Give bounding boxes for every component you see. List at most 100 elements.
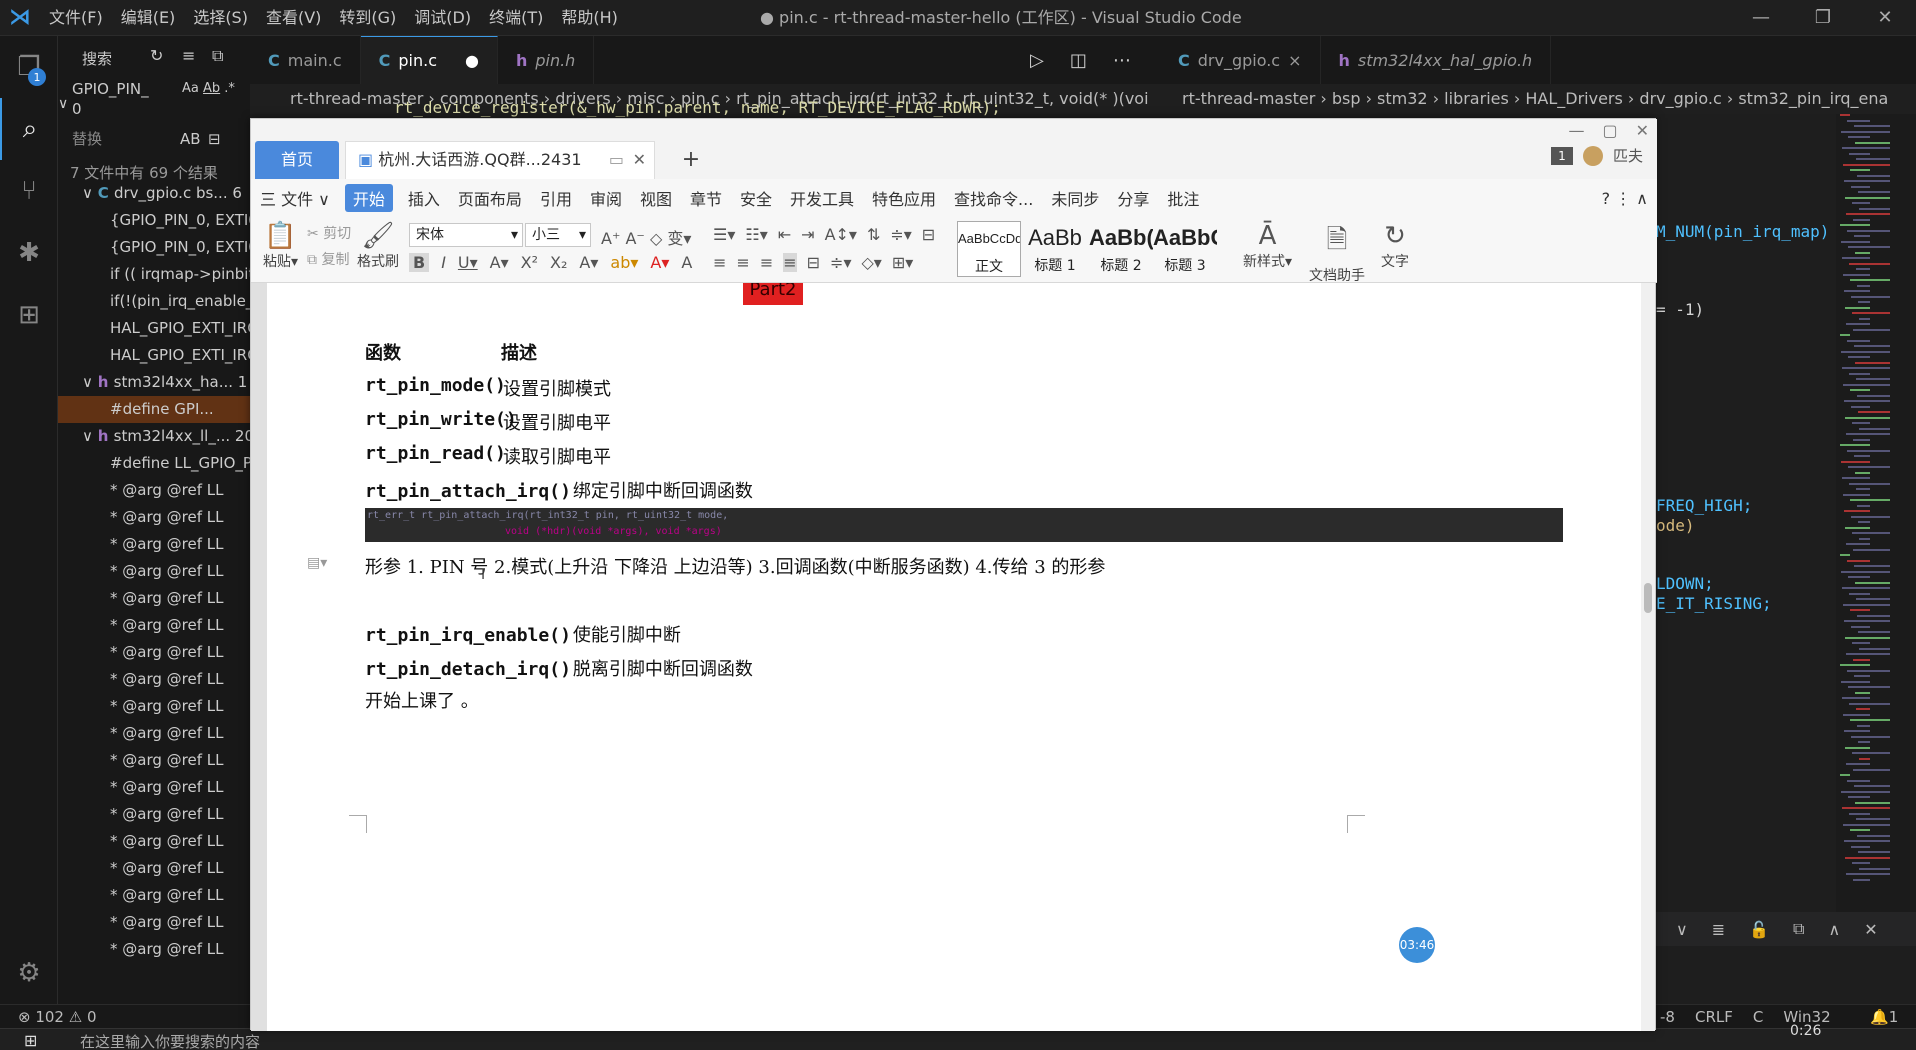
result-match[interactable]: * @arg @ref LL <box>58 585 250 612</box>
font-color-button[interactable]: A▾ <box>650 253 669 272</box>
document-tab[interactable]: ▣ 杭州.大话西游.QQ群...2431 ▭ ✕ <box>345 141 655 179</box>
status-item[interactable]: C <box>1753 1005 1763 1029</box>
numbering-icon[interactable]: ☷▾ <box>745 225 767 244</box>
explorer-icon[interactable]: ❐ 1 <box>0 36 58 98</box>
close-tab-icon[interactable]: × <box>1288 51 1301 70</box>
editor-tab[interactable]: Cmain.c <box>250 36 361 84</box>
align-center-icon[interactable]: ≡ <box>736 253 749 272</box>
paste-button[interactable]: 📋 粘贴▾ <box>263 221 298 271</box>
result-file[interactable]: ∨ C drv_gpio.c bs... 6 <box>58 180 250 207</box>
result-match[interactable]: * @arg @ref LL <box>58 504 250 531</box>
result-match[interactable]: {GPIO_PIN_0, EXTI0_ <box>58 234 250 261</box>
wps-menu-item[interactable]: 审阅 <box>581 186 631 210</box>
font-size-select[interactable]: 小三 ▾ <box>525 223 591 247</box>
align-right-icon[interactable]: ≡ <box>760 253 773 272</box>
bullets-icon[interactable]: ☰▾ <box>713 225 735 244</box>
new-style-button[interactable]: Ā 新样式▾ <box>1243 221 1292 271</box>
wps-menu-item[interactable]: 页面布局 <box>449 186 531 210</box>
result-match[interactable]: * @arg @ref LL <box>58 828 250 855</box>
taskbar-search[interactable]: 在这里输入你要搜索的内容 <box>80 1031 260 1050</box>
distribute-icon[interactable]: ⊟ <box>807 253 820 272</box>
style-preset[interactable]: AaBbCcDd 正文 <box>957 221 1021 277</box>
wps-menu-item[interactable]: 安全 <box>731 186 781 210</box>
text-direction-icon[interactable]: A↕▾ <box>825 225 857 244</box>
wps-menu-item[interactable]: 引用 <box>531 186 581 210</box>
wps-minimize-icon[interactable]: — <box>1568 119 1584 143</box>
wps-menu-item[interactable]: 视图 <box>631 186 681 210</box>
document-page[interactable]: Part2 函数 描述 rt_pin_mode() 设置引脚模式 rt_pin_wri… <box>267 283 1641 1031</box>
result-match[interactable]: * @arg @ref LL <box>58 936 250 963</box>
result-match[interactable]: * @arg @ref LL <box>58 747 250 774</box>
result-match[interactable]: * @arg @ref LL <box>58 558 250 585</box>
result-match[interactable]: * @arg @ref LL <box>58 666 250 693</box>
menu-item[interactable]: 选择(S) <box>184 0 257 36</box>
chevron-down-icon[interactable]: ∨ <box>82 373 98 391</box>
cut-button[interactable]: ✂ 剪切 <box>307 223 351 243</box>
minimize-icon[interactable]: — <box>1730 0 1792 36</box>
menu-item[interactable]: 转到(G) <box>330 0 405 36</box>
wps-menu-item[interactable]: 插入 <box>399 186 449 210</box>
copy-icon[interactable]: ⧉ <box>1793 919 1804 939</box>
close-panel-icon[interactable]: ✕ <box>1864 920 1877 939</box>
result-match[interactable]: * @arg @ref LL <box>58 882 250 909</box>
source-control-icon[interactable]: ⑂ <box>0 160 58 222</box>
chevron-up-icon[interactable]: ∧ <box>1828 920 1840 939</box>
wps-menu-item[interactable]: 未同步 <box>1042 186 1108 210</box>
text-effect-button[interactable]: A▾ <box>579 253 598 272</box>
menu-item[interactable]: 帮助(H) <box>552 0 627 36</box>
wps-menu-item[interactable]: 分享 <box>1108 186 1158 210</box>
wps-menu-item[interactable]: 开始 <box>344 184 393 212</box>
spacing-icon[interactable]: ≑▾ <box>830 253 851 272</box>
result-match[interactable]: if (( irqmap->pinbit <box>58 261 250 288</box>
paragraph-tools-2[interactable]: ≡ ≡ ≡ ≡ ⊟ ≑▾ ◇▾ ⊞▾ <box>713 253 913 272</box>
style-preset[interactable]: AaBb(标题 2 <box>1089 221 1153 277</box>
avatar[interactable] <box>1582 145 1603 166</box>
help-icon[interactable]: ? ⋮ ∧ <box>1593 189 1657 208</box>
result-match[interactable]: * @arg @ref LL <box>58 639 250 666</box>
settings-gear-icon[interactable]: ⚙ <box>0 942 58 1004</box>
editor-tab[interactable]: Cdrv_gpio.c × <box>1160 36 1321 84</box>
lock-icon[interactable]: 🔓 <box>1749 920 1769 939</box>
strikethrough-button[interactable]: A▾ <box>490 253 509 272</box>
highlight-button[interactable]: ab▾ <box>610 253 638 272</box>
italic-button[interactable]: I <box>441 253 446 272</box>
menu-item[interactable]: 终端(T) <box>480 0 552 36</box>
paragraph-tools-1[interactable]: ☰▾ ☷▾ ⇤ ⇥ A↕▾ ⇅ ≑▾ ⊟ <box>713 225 935 244</box>
menu-item[interactable]: 调试(D) <box>405 0 480 36</box>
result-match[interactable]: HAL_GPIO_EXTI_IRQ <box>58 342 250 369</box>
bold-button[interactable]: B <box>409 253 430 272</box>
pin-tab-icon[interactable]: ▭ <box>609 142 624 178</box>
status-item[interactable]: -8 <box>1660 1005 1675 1029</box>
editor-tab[interactable]: h stm32l4xx_hal_gpio.h <box>1321 36 1552 84</box>
result-match[interactable]: * @arg @ref LL <box>58 612 250 639</box>
document-scrollbar[interactable] <box>1641 283 1655 1031</box>
document-area[interactable]: Part2 函数 描述 rt_pin_mode() 设置引脚模式 rt_pin_wri… <box>251 283 1641 1031</box>
line-spacing-icon[interactable]: ≑▾ <box>890 225 911 244</box>
wps-restore-icon[interactable]: ▢ <box>1602 119 1617 143</box>
replace-input[interactable]: 替换 AB ⊟ <box>72 126 248 152</box>
font-size-tools[interactable]: A⁺ A⁻ ◇ 变▾ <box>601 225 691 249</box>
wps-menu-item[interactable]: 三 文件 ∨ <box>251 186 339 210</box>
scroll-thumb[interactable] <box>1644 583 1652 613</box>
recording-timer-badge[interactable]: 03:46 <box>1399 927 1435 963</box>
result-match[interactable]: * @arg @ref LL <box>58 720 250 747</box>
result-file[interactable]: ∨ h stm32l4xx_ha... 1 <box>58 369 250 396</box>
doc-helper-button[interactable]: 🗎 文档助手 <box>1309 221 1365 285</box>
result-match[interactable]: * @arg @ref LL <box>58 531 250 558</box>
user-name[interactable]: 匹夫 <box>1613 145 1643 166</box>
list-icon[interactable]: ≣ <box>1712 920 1725 939</box>
result-match[interactable]: #define GPI... <box>58 396 250 423</box>
result-match[interactable]: * @arg @ref LL <box>58 909 250 936</box>
borders-icon[interactable]: ⊞▾ <box>892 253 913 272</box>
wps-menu-item[interactable]: 章节 <box>681 186 731 210</box>
superscript-button[interactable]: X² <box>521 253 538 272</box>
result-match[interactable]: * @arg @ref LL <box>58 477 250 504</box>
search-icon[interactable]: ⌕ <box>0 98 58 160</box>
outdent-icon[interactable]: ⇤ <box>778 225 791 244</box>
underline-button[interactable]: U▾ <box>458 253 478 272</box>
paragraph-options-icon[interactable]: ▤▾ <box>307 555 327 571</box>
search-input[interactable]: GPIO_PIN_ Aa Ab .* <box>72 76 248 102</box>
text-tool-button[interactable]: ↻ 文字 <box>1381 221 1409 271</box>
menu-item[interactable]: 查看(V) <box>257 0 330 36</box>
extensions-icon[interactable]: ⊞ <box>0 284 58 346</box>
